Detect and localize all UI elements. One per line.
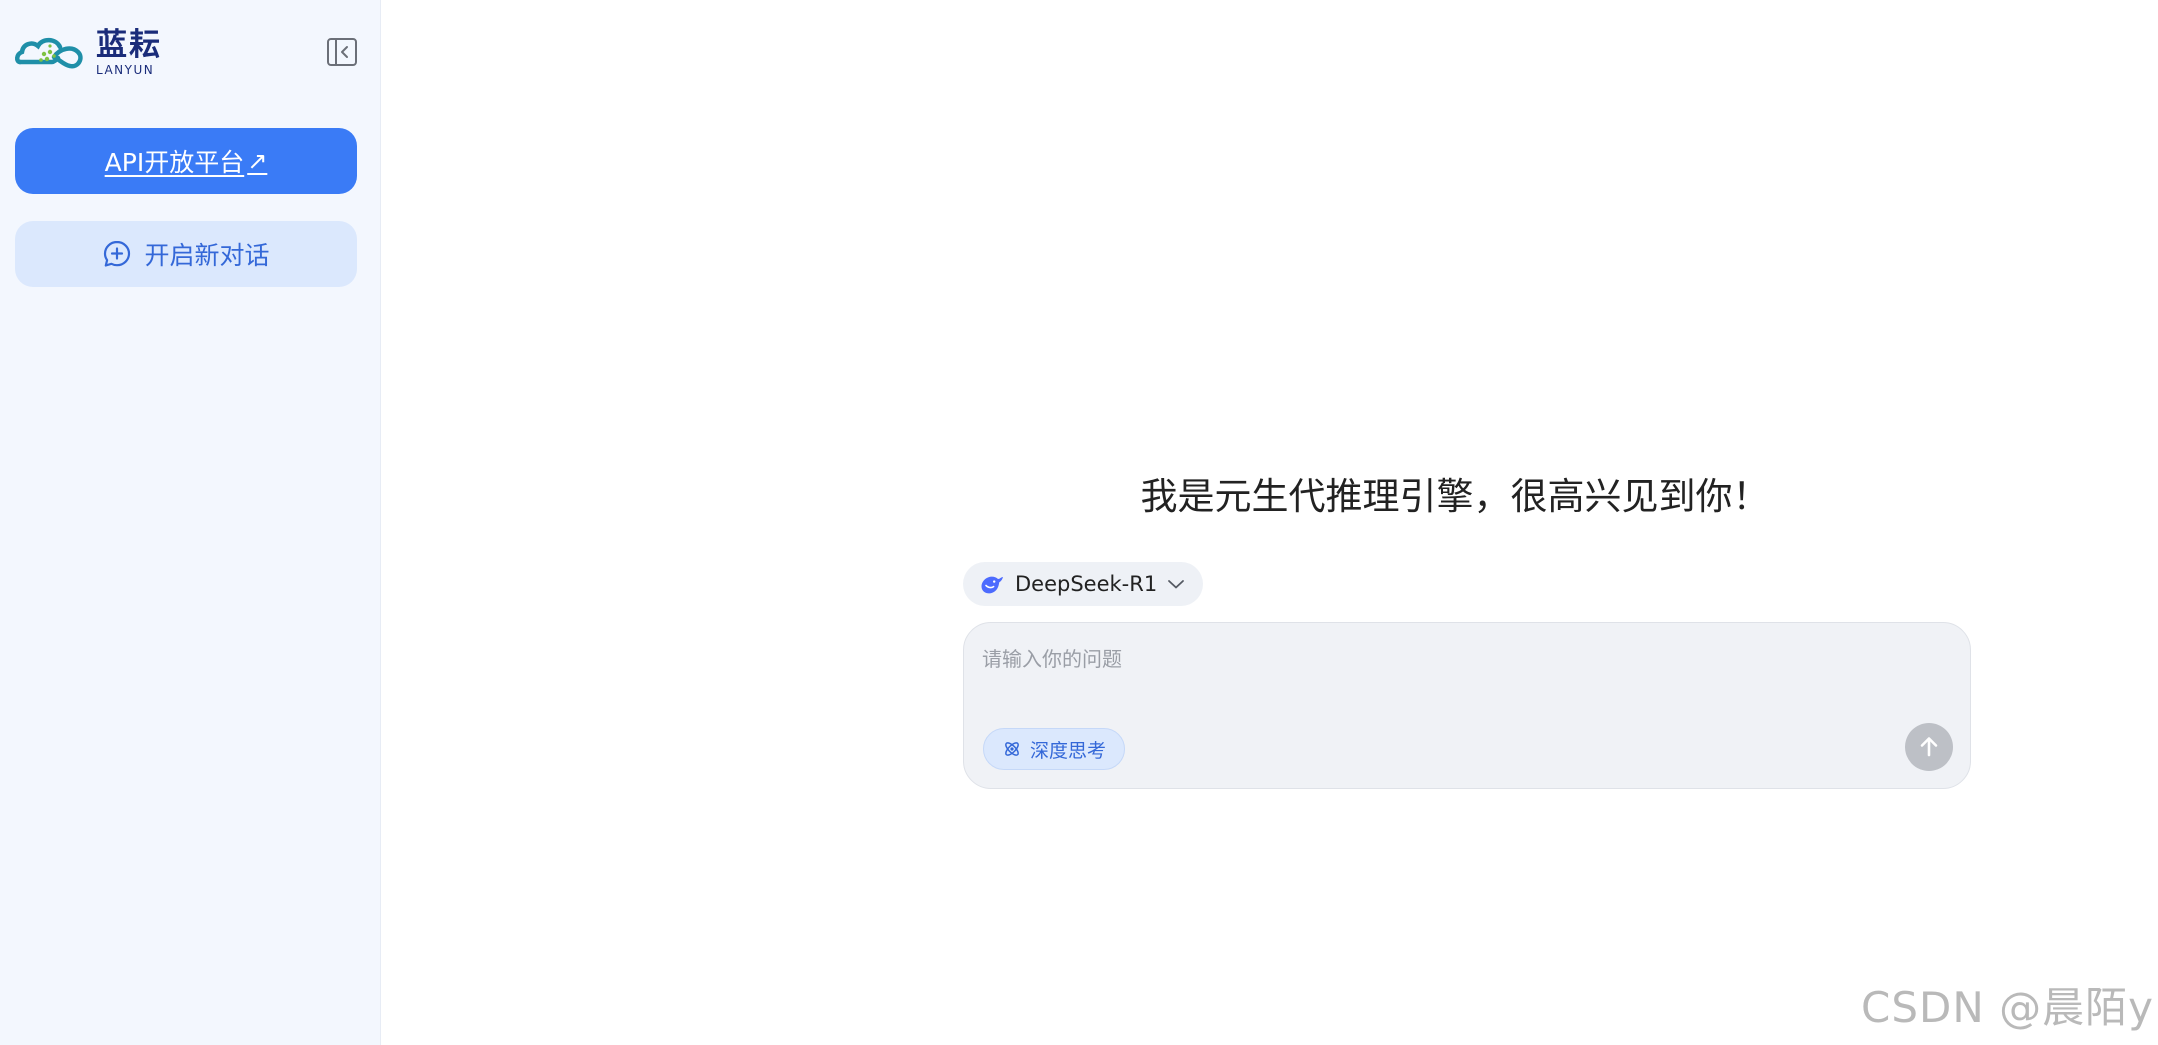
brand-logo[interactable]: 蓝耘 LANYUN [14,30,162,76]
chat-plus-icon [104,240,131,267]
deep-think-toggle[interactable]: 深度思考 [983,728,1126,770]
external-link-arrow-icon: ↗ [247,147,268,175]
deepseek-whale-icon [981,576,1003,594]
new-chat-button[interactable]: 开启新对话 [15,221,357,287]
api-platform-label: API开放平台 [104,148,245,177]
composer: 深度思考 [963,622,1971,789]
model-selector[interactable]: DeepSeek-R1 [963,562,1204,606]
sidebar-collapse-button[interactable] [326,36,358,68]
welcome-heading: 我是元生代推理引擎，很高兴见到你！ [1140,475,1770,518]
app-root: 蓝耘 LANYUN API开放平台 ↗ 开启新对话 我是元生代推理引擎，很高兴见… [0,0,2158,1045]
api-platform-button[interactable]: API开放平台 ↗ [15,128,357,194]
chevron-down-icon [1168,580,1185,589]
deep-think-label: 深度思考 [1030,739,1107,762]
logo-name-en: LANYUN [96,63,155,77]
logo-name-cn: 蓝耘 [96,27,162,63]
logo-text: 蓝耘 LANYUN [96,27,162,77]
sidebar: 蓝耘 LANYUN API开放平台 ↗ 开启新对话 [0,0,381,1045]
sidebar-collapse-icon [327,38,357,66]
atom-icon [1005,742,1019,756]
new-chat-label: 开启新对话 [144,241,270,270]
lanyun-cloud-logo-icon [15,37,83,69]
model-name: DeepSeek-R1 [1015,572,1158,596]
send-button[interactable] [1905,723,1953,771]
csdn-watermark: CSDN @晨陌y [1861,983,2154,1032]
arrow-up-icon [1920,737,1938,757]
question-input[interactable] [982,639,1922,679]
